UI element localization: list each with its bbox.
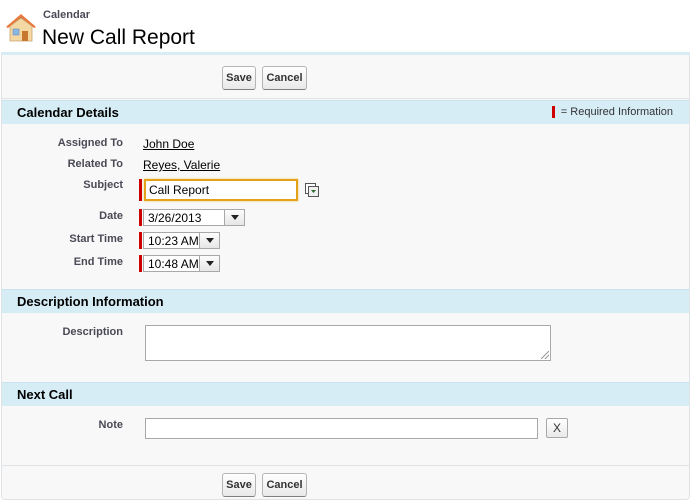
edit-form: Save Cancel Calendar Details = Required … — [1, 52, 690, 500]
end-time-value: 10:48 AM — [148, 257, 199, 271]
assigned-to-label: Assigned To — [57, 137, 123, 149]
save-button[interactable]: Save — [222, 66, 256, 90]
breadcrumb[interactable]: Calendar — [43, 9, 90, 21]
chevron-down-icon[interactable] — [224, 210, 244, 225]
assigned-to-link[interactable]: John Doe — [143, 137, 194, 151]
end-time-picker[interactable]: 10:48 AM — [143, 255, 220, 272]
date-required-bar — [139, 209, 142, 226]
chevron-down-icon[interactable] — [199, 256, 219, 271]
section-title: Calendar Details — [17, 105, 119, 120]
subject-combobox-icon[interactable] — [304, 182, 320, 198]
section-title: Description Information — [17, 294, 164, 309]
end-time-required-bar — [139, 255, 142, 272]
page-header: Calendar New Call Report — [0, 0, 691, 52]
section-calendar-details: Calendar Details = Required Information — [2, 100, 689, 124]
section-title: Next Call — [17, 387, 73, 402]
start-time-picker[interactable]: 10:23 AM — [143, 232, 220, 249]
section-next-call: Next Call — [2, 382, 689, 406]
end-time-label: End Time — [73, 256, 123, 268]
start-time-required-bar — [139, 232, 142, 249]
home-icon — [6, 14, 36, 42]
start-time-label: Start Time — [69, 233, 123, 245]
date-label: Date — [99, 210, 123, 222]
required-legend-text: = Required Information — [560, 106, 673, 118]
subject-input[interactable]: Call Report — [144, 179, 298, 201]
bottom-button-bar: Save Cancel — [2, 465, 689, 501]
chevron-down-icon[interactable] — [199, 233, 219, 248]
resize-grip-icon[interactable] — [541, 351, 549, 359]
subject-required-bar — [139, 179, 142, 201]
start-time-value: 10:23 AM — [148, 234, 199, 248]
date-value: 3/26/2013 — [148, 211, 202, 225]
section-description-information: Description Information — [2, 289, 689, 313]
cancel-button[interactable]: Cancel — [262, 473, 307, 497]
description-textarea[interactable] — [145, 325, 551, 361]
top-button-bar: Save Cancel — [2, 55, 689, 99]
subject-label: Subject — [83, 179, 123, 191]
description-label: Description — [62, 326, 123, 338]
related-to-link[interactable]: Reyes, Valerie — [143, 158, 220, 172]
required-indicator — [551, 106, 555, 119]
note-input[interactable] — [145, 418, 538, 439]
clear-note-button[interactable]: X — [546, 418, 568, 438]
cancel-button[interactable]: Cancel — [262, 66, 307, 90]
save-button[interactable]: Save — [222, 473, 256, 497]
page-title: New Call Report — [42, 26, 195, 49]
date-picker[interactable]: 3/26/2013 — [143, 209, 245, 226]
related-to-label: Related To — [67, 158, 123, 170]
required-legend: = Required Information — [551, 106, 673, 119]
note-label: Note — [98, 419, 123, 431]
